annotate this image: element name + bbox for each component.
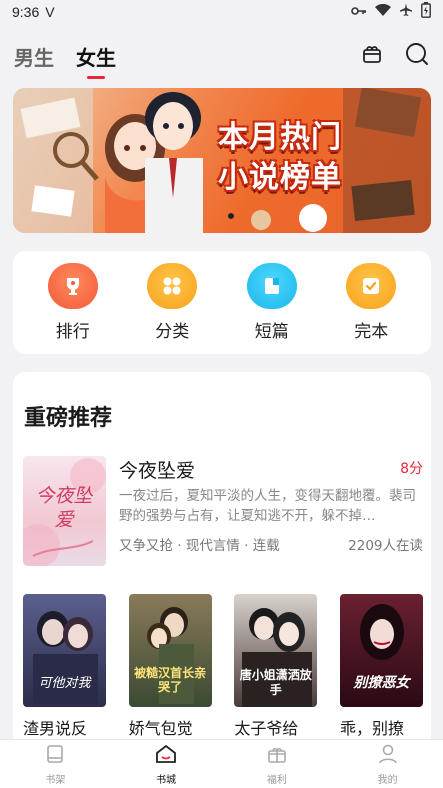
airplane-icon (399, 3, 413, 21)
quick-short-stories[interactable]: 短篇 (237, 263, 307, 342)
key-icon (351, 4, 367, 20)
featured-score: 8分 (400, 461, 423, 477)
carousel-dot[interactable] (228, 213, 234, 219)
category-grid-icon (147, 263, 198, 309)
nav-profile[interactable]: 我的 (358, 743, 418, 786)
promo-banner[interactable]: 本月热门 小说榜单 (13, 88, 431, 233)
bookshelf-icon (44, 743, 66, 769)
status-bar: 9:36 V (0, 0, 443, 24)
book-grid: 可他对我 渣男说反 被糙汉首长亲哭了 娇气包觉 唐小姐潇洒放手 太子爷给 别撩恶… (23, 594, 423, 739)
banner-title: 本月热门 小说榜单 (218, 120, 342, 195)
book-cover: 可他对我 (23, 594, 106, 707)
book-title: 太子爷给 (234, 719, 299, 738)
book-card[interactable]: 唐小姐潇洒放手 太子爷给 (234, 594, 318, 739)
featured-book[interactable]: 今夜坠爱 今夜坠爱 8分 一夜过后，夏知平淡的人生，变得天翻地覆。裴司野的强势与… (23, 456, 423, 568)
profile-icon (377, 743, 399, 769)
nav-welfare[interactable]: 福利 (247, 743, 307, 786)
featured-meta: 又争又抢 · 现代言情 · 连载 (119, 538, 280, 554)
book-cover: 唐小姐潇洒放手 (234, 594, 318, 707)
book-cover-text: 可他对我 (38, 676, 91, 691)
featured-readers: 2209人在读 (348, 538, 423, 554)
search-icon[interactable] (405, 42, 429, 70)
battery-icon (421, 2, 431, 22)
book-cover: 被糙汉首长亲哭了 (128, 594, 212, 707)
featured-cover-title: 今夜坠爱 (35, 485, 93, 531)
gift-icon (266, 743, 288, 769)
recommend-section: 重磅推荐 今夜坠爱 今夜坠爱 8分 一夜过后，夏知平淡的人生，变得天翻地覆。裴司… (13, 372, 431, 752)
featured-cover[interactable]: 今夜坠爱 (23, 456, 106, 566)
nav-bookstore[interactable]: 书城 (136, 743, 196, 786)
tab-male[interactable]: 男生 (14, 42, 54, 71)
book-title: 乖，别撩 (339, 719, 404, 738)
bottom-nav: 书架 书城 福利 我的 (0, 739, 443, 788)
trophy-icon (47, 263, 98, 309)
nav-label: 我的 (377, 774, 398, 786)
book-title: 渣男说反 (23, 719, 88, 738)
featured-title: 今夜坠爱 (119, 460, 196, 482)
status-icons (351, 2, 431, 22)
quick-completed[interactable]: 完本 (336, 263, 406, 342)
top-bar: 男生 女生 (0, 34, 443, 78)
book-card[interactable]: 别撩恶女 乖，别撩 (339, 594, 423, 739)
tab-female[interactable]: 女生 (76, 42, 116, 71)
book-cover: 别撩恶女 (339, 594, 423, 707)
nav-label: 福利 (266, 774, 287, 786)
status-time: 9:36 (12, 4, 40, 20)
bookstore-home-icon (154, 743, 178, 769)
short-story-icon (246, 263, 297, 309)
nav-label: 书架 (45, 774, 66, 786)
section-heading: 重磅推荐 (24, 405, 113, 431)
book-title: 娇气包觉 (128, 719, 193, 738)
book-card[interactable]: 被糙汉首长亲哭了 娇气包觉 (128, 594, 212, 739)
gift-box-icon[interactable] (361, 43, 383, 69)
book-card[interactable]: 可他对我 渣男说反 (23, 594, 106, 739)
wifi-icon (375, 3, 391, 20)
book-cover-text: 唐小姐潇洒放手 (239, 668, 312, 697)
quick-ranking[interactable]: 排行 (38, 263, 108, 342)
book-cover-text: 别撩恶女 (353, 675, 410, 691)
carrier-mark: V (45, 4, 55, 20)
quick-actions: 排行 分类 短篇 完本 (13, 251, 431, 354)
quick-category[interactable]: 分类 (137, 263, 207, 342)
book-cover-text: 被糙汉首长亲哭了 (134, 666, 207, 694)
nav-label: 书城 (156, 774, 177, 786)
complete-check-icon (346, 263, 397, 309)
nav-bookshelf[interactable]: 书架 (25, 743, 85, 786)
featured-description: 一夜过后，夏知平淡的人生，变得天翻地覆。裴司野的强势与占有，让夏知逃不开，躲不掉… (119, 488, 416, 524)
